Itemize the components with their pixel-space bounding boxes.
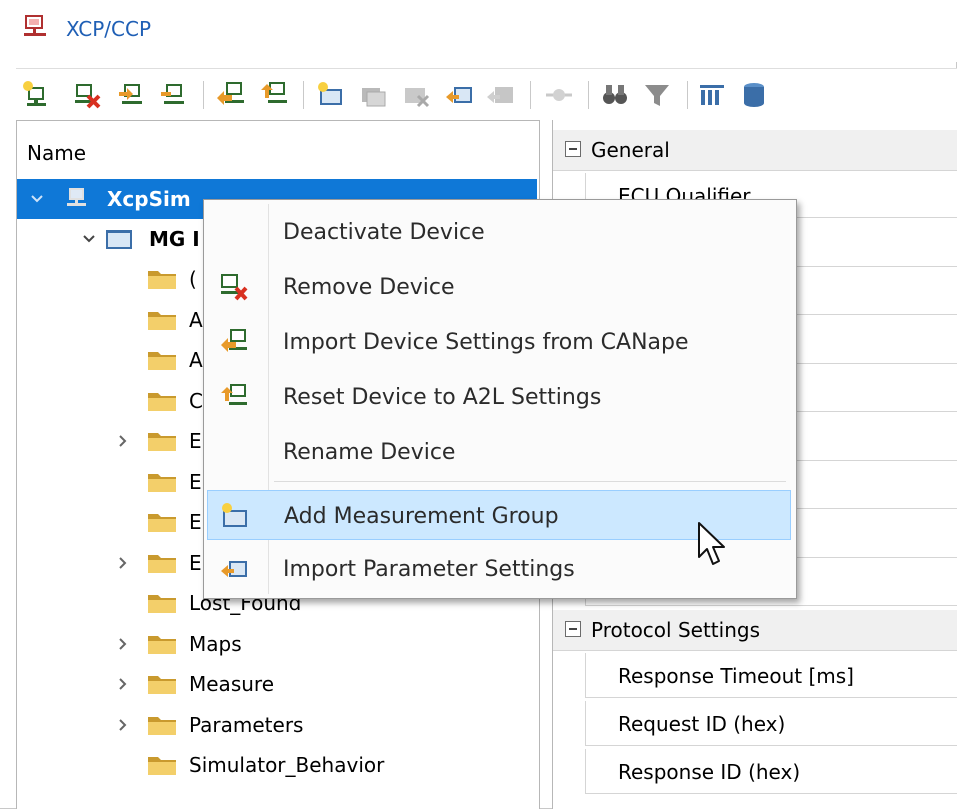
tree-item-label: A (189, 307, 203, 332)
tree-item[interactable]: Parameters (17, 705, 537, 745)
column-name-header[interactable]: Name (27, 141, 86, 165)
tree-header: Name (17, 121, 537, 180)
menu-item-label: Import Parameter Settings (283, 557, 575, 582)
tree-item-label: Parameters (189, 712, 304, 737)
folder-icon (148, 757, 176, 775)
property-label: Request ID (hex) (618, 712, 786, 736)
add-group-icon (222, 503, 247, 527)
menu-item-rename-device[interactable]: Rename Device (207, 427, 791, 477)
measurement-group-icon (106, 230, 132, 249)
menu-item-label: Remove Device (283, 275, 455, 300)
device-icon (67, 188, 86, 206)
tree-item-label: E (189, 510, 202, 534)
tree-item-label: E (189, 429, 202, 453)
tree-item-label: Maps (189, 631, 242, 656)
property-label: Response Timeout [ms] (618, 664, 854, 688)
activate-device-icon[interactable] (117, 80, 147, 110)
a2l-database-icon[interactable] (739, 80, 769, 110)
view-title-bar: XCP/CCP (0, 0, 957, 62)
toolbar-separator (687, 81, 688, 109)
tree-item-label: E (189, 469, 202, 494)
import-parameter-icon (221, 561, 247, 577)
export-parameter-icon[interactable] (486, 80, 516, 110)
tree-item[interactable]: Measure (17, 664, 537, 704)
folder-icon (148, 635, 176, 654)
tree-item-label: ( (189, 267, 197, 291)
folder-icon (148, 271, 176, 289)
reset-device-icon (221, 384, 247, 405)
find-icon[interactable] (600, 80, 630, 110)
toolbar (16, 68, 957, 121)
chevron-right-icon[interactable] (115, 555, 131, 571)
menu-item-import-device-settings-from-canape[interactable]: Import Device Settings from CANape (207, 317, 791, 367)
connect-icon[interactable] (544, 80, 574, 110)
add-device-icon[interactable] (22, 80, 52, 110)
group-label: MG I (149, 227, 200, 251)
menu-item-label: Deactivate Device (283, 220, 485, 245)
chevron-right-icon[interactable] (115, 717, 131, 733)
add-group-icon[interactable] (316, 80, 346, 110)
tree-item-label: E (189, 550, 202, 575)
filter-icon[interactable] (642, 80, 672, 110)
toolbar-separator (530, 81, 531, 109)
folder-icon (148, 595, 176, 613)
menu-item-reset-device-to-a2l-settings[interactable]: Reset Device to A2L Settings (207, 372, 791, 422)
reset-device-icon[interactable] (259, 80, 289, 110)
import-parameter-icon[interactable] (445, 80, 475, 110)
property-row[interactable]: Response Timeout [ms] (585, 653, 957, 698)
import-device-settings-icon (221, 329, 247, 352)
folder-icon (148, 554, 176, 573)
mouse-pointer-icon (698, 522, 725, 565)
deactivate-device-icon[interactable] (159, 80, 189, 110)
menu-item-label: Rename Device (283, 440, 456, 465)
section-protocol[interactable]: Protocol Settings (553, 610, 957, 651)
import-device-settings-icon[interactable] (216, 80, 246, 110)
toolbar-separator (588, 81, 589, 109)
collapse-icon[interactable] (565, 141, 581, 157)
tree-item-label: Simulator_Behavior (189, 753, 385, 777)
chevron-right-icon[interactable] (115, 433, 131, 449)
folder-icon (148, 716, 176, 735)
menu-separator (274, 481, 786, 482)
folder-icon (148, 473, 176, 492)
menu-item-label: Import Device Settings from CANape (283, 330, 689, 355)
chevron-down-icon[interactable] (29, 191, 45, 207)
tree-item[interactable]: Simulator_Behavior (17, 745, 537, 785)
menu-item-deactivate-device[interactable]: Deactivate Device (207, 207, 791, 257)
collapse-icon[interactable] (565, 621, 581, 637)
device-label: XcpSim (107, 187, 191, 211)
folder-icon (148, 676, 176, 694)
section-general[interactable]: General (553, 130, 957, 171)
toolbar-separator (303, 81, 304, 109)
copy-group-icon[interactable] (359, 80, 389, 110)
chevron-down-icon[interactable] (81, 231, 97, 247)
delete-group-icon[interactable] (402, 80, 432, 110)
network-device-icon (24, 15, 46, 36)
remove-device-icon (221, 274, 248, 301)
tree-item-label: C (189, 388, 203, 413)
folder-icon (148, 392, 176, 411)
menu-item-remove-device[interactable]: Remove Device (207, 262, 791, 312)
view-title: XCP/CCP (66, 17, 151, 41)
section-protocol-title: Protocol Settings (591, 618, 760, 642)
folder-icon (148, 352, 176, 370)
columns-icon[interactable] (697, 80, 727, 110)
chevron-right-icon[interactable] (115, 636, 131, 652)
chevron-right-icon[interactable] (115, 676, 131, 692)
tree-item-label: A (189, 348, 203, 372)
tree-item-label: Measure (189, 672, 274, 696)
remove-device-icon[interactable] (72, 80, 102, 110)
menu-item-label: Add Measurement Group (284, 504, 559, 529)
section-general-title: General (591, 138, 670, 162)
toolbar-separator (203, 81, 204, 109)
property-label: Response ID (hex) (618, 760, 801, 784)
property-row[interactable]: Request ID (hex) (585, 701, 957, 746)
folder-icon (148, 433, 176, 451)
menu-item-label: Reset Device to A2L Settings (283, 385, 602, 410)
property-row[interactable]: Response ID (hex) (585, 749, 957, 794)
tree-item[interactable]: Maps (17, 624, 537, 664)
folder-icon (148, 514, 176, 532)
folder-icon (148, 311, 176, 330)
